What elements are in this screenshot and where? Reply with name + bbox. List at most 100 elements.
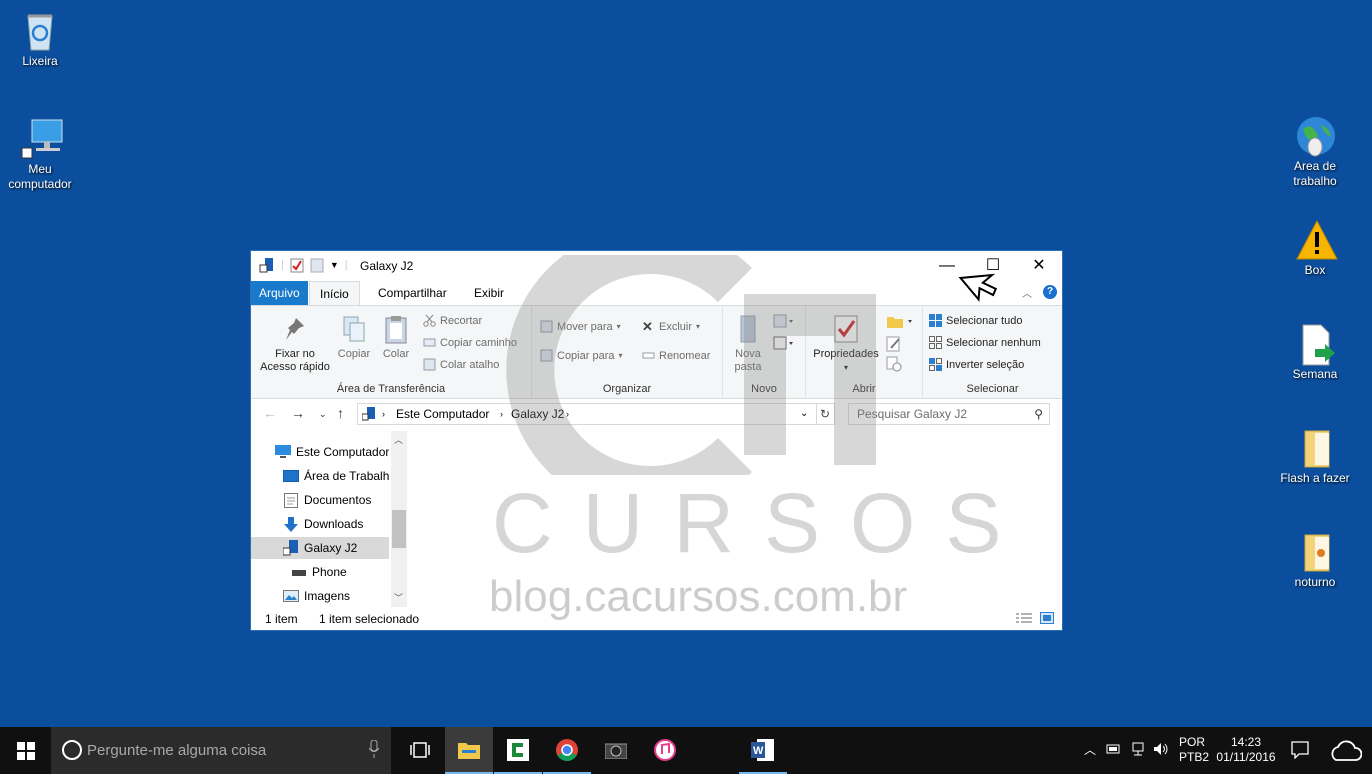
desktop-icon-my-computer[interactable]: Meu computador (0, 118, 80, 192)
tab-arquivo[interactable]: Arquivo (251, 281, 308, 305)
onedrive-cloud-icon[interactable] (1328, 738, 1362, 762)
pin-icon (282, 314, 308, 344)
word-icon[interactable]: W (739, 727, 787, 774)
recent-locations-button[interactable]: ⌄ (319, 409, 327, 420)
paste-button[interactable]: Colar (377, 314, 415, 361)
select-none-button[interactable]: Selecionar nenhum (929, 336, 1041, 349)
globe-icon (1295, 115, 1335, 157)
group-label-open: Abrir (852, 383, 876, 395)
properties-quick-icon[interactable] (290, 258, 304, 273)
group-label-organize: Organizar (602, 383, 652, 395)
nav-label: Imagens (304, 589, 351, 603)
open-folder-icon[interactable] (886, 314, 914, 330)
desktop-icon-area-de-trabalho[interactable]: Area de trabalho (1275, 115, 1355, 189)
clock[interactable]: 14:23 01/11/2016 (1215, 735, 1277, 765)
clock-time: 14:23 (1230, 735, 1262, 749)
details-view-icon[interactable] (1016, 613, 1032, 625)
large-icons-view-icon[interactable] (1040, 612, 1054, 624)
copy-to-label: Copiar para (557, 349, 615, 362)
tab-inicio[interactable]: Início (309, 281, 360, 305)
quick-access-toolbar: | ▼ | (259, 257, 348, 273)
action-center-icon[interactable] (1291, 741, 1309, 759)
nav-item-galaxy-j2[interactable]: Galaxy J2 (251, 537, 389, 559)
close-button[interactable]: ✕ (1016, 251, 1062, 281)
file-explorer-icon[interactable] (445, 727, 493, 774)
collapse-ribbon-icon[interactable]: ︿ (1022, 285, 1032, 300)
power-battery-icon[interactable] (1105, 742, 1121, 756)
address-dropdown-icon[interactable]: ⌄ (800, 404, 808, 424)
properties-button[interactable]: Propriedades ▾ (810, 314, 882, 374)
cut-button[interactable]: Recortar (423, 314, 482, 327)
task-view-button[interactable] (396, 727, 444, 774)
network-icon[interactable] (1130, 742, 1146, 756)
up-button[interactable]: ↑ (337, 405, 344, 421)
cortana-search-box[interactable]: Pergunte-me alguma coisa (51, 727, 391, 774)
edit-icon[interactable] (886, 336, 902, 352)
breadcrumb-este-computador[interactable]: Este Computador (396, 404, 489, 424)
delete-x-icon: ✕ (642, 319, 653, 334)
nav-item-downloads[interactable]: Downloads (251, 513, 389, 535)
delete-button[interactable]: ✕ Excluir ▾ (642, 320, 700, 333)
nav-item-documentos[interactable]: Documentos (251, 489, 389, 511)
new-folder-quick-icon[interactable] (310, 258, 324, 273)
copy-to-button[interactable]: Copiar para ▾ (540, 349, 623, 362)
select-group: Selecionar tudo Selecionar nenhum Invert… (923, 306, 1062, 398)
desktop-icon-box[interactable]: Box (1275, 219, 1355, 278)
desktop-icon-flash-a-fazer[interactable]: Flash a fazer (1275, 427, 1355, 486)
desktop-icon-label: Meu computador (8, 162, 72, 191)
scroll-up-icon[interactable]: ︿ (394, 433, 403, 446)
tab-compartilhar[interactable]: Compartilhar (368, 281, 457, 305)
history-icon[interactable] (886, 356, 902, 372)
language-code: POR (1179, 735, 1206, 749)
move-to-button[interactable]: Mover para ▾ (540, 320, 621, 333)
start-button[interactable] (0, 727, 51, 774)
copy-label: Copiar (337, 348, 371, 360)
scroll-down-icon[interactable]: ﹀ (394, 591, 403, 604)
pin-quick-access-button[interactable]: Fixar no Acesso rápido (257, 314, 333, 374)
status-selected-count: 1 item selecionado (319, 612, 420, 626)
help-icon[interactable]: ? (1043, 285, 1057, 299)
invert-selection-button[interactable]: Inverter seleção (929, 358, 1024, 371)
nav-scrollbar[interactable]: ︿ ﹀ (391, 431, 407, 607)
search-box[interactable]: Pesquisar Galaxy J2 ⚲ (848, 403, 1050, 425)
desktop-icon-label: Box (1304, 263, 1326, 277)
file-list-area[interactable] (409, 431, 1062, 609)
desktop-icon-semana[interactable]: Semana (1275, 323, 1355, 382)
nav-item-imagens[interactable]: Imagens (251, 585, 389, 607)
qat-dropdown-icon[interactable]: ▼ (330, 260, 339, 270)
desktop-icon-recycle-bin[interactable]: Lixeira (0, 10, 80, 69)
tab-exibir[interactable]: Exibir (464, 281, 514, 305)
select-all-button[interactable]: Selecionar tudo (929, 314, 1022, 327)
nav-item-area-de-trabalho[interactable]: Área de Trabalho (251, 465, 389, 487)
chrome-icon[interactable] (543, 727, 591, 774)
show-hidden-icons-button[interactable]: ︿ (1084, 741, 1096, 758)
volume-icon[interactable] (1153, 742, 1169, 756)
new-item-icon[interactable] (773, 314, 795, 330)
camera-icon[interactable] (592, 727, 640, 774)
forward-button[interactable]: → (291, 405, 305, 421)
itunes-icon[interactable] (641, 727, 689, 774)
refresh-button[interactable]: ↻ (816, 403, 835, 425)
camtasia-icon[interactable] (494, 727, 542, 774)
desktop-icon-label: Flash a fazer (1280, 471, 1350, 485)
paste-shortcut-button[interactable]: Colar atalho (423, 358, 499, 371)
nav-item-phone[interactable]: Phone (251, 561, 389, 583)
breadcrumb-galaxy-j2[interactable]: Galaxy J2 (511, 404, 564, 424)
desktop-icon-label: Lixeira (22, 54, 58, 68)
microphone-icon[interactable] (369, 740, 379, 758)
back-button[interactable]: ← (263, 405, 277, 421)
search-placeholder: Pesquisar Galaxy J2 (857, 407, 968, 421)
nav-item-este-computador[interactable]: Este Computador (251, 441, 389, 463)
copy-path-button[interactable]: Copiar caminho (423, 336, 517, 349)
language-indicator[interactable]: POR PTB2 (1179, 735, 1209, 765)
copy-button[interactable]: Copiar (335, 314, 373, 361)
taskbar: Pergunte-me alguma coisa W ︿ POR PTB2 14… (0, 727, 1372, 774)
navigation-pane: Este Computador Área de Trabalho Documen… (251, 431, 407, 609)
rename-button[interactable]: Renomear (642, 349, 710, 362)
invert-selection-label: Inverter seleção (946, 358, 1025, 371)
easy-access-icon[interactable] (773, 336, 795, 352)
desktop-icon-noturno[interactable]: noturno (1275, 531, 1355, 590)
new-folder-button[interactable]: Nova pasta (729, 314, 767, 374)
address-bar[interactable]: › Este Computador › Galaxy J2 › ⌄ (357, 403, 817, 425)
scrollbar-thumb[interactable] (392, 510, 406, 548)
